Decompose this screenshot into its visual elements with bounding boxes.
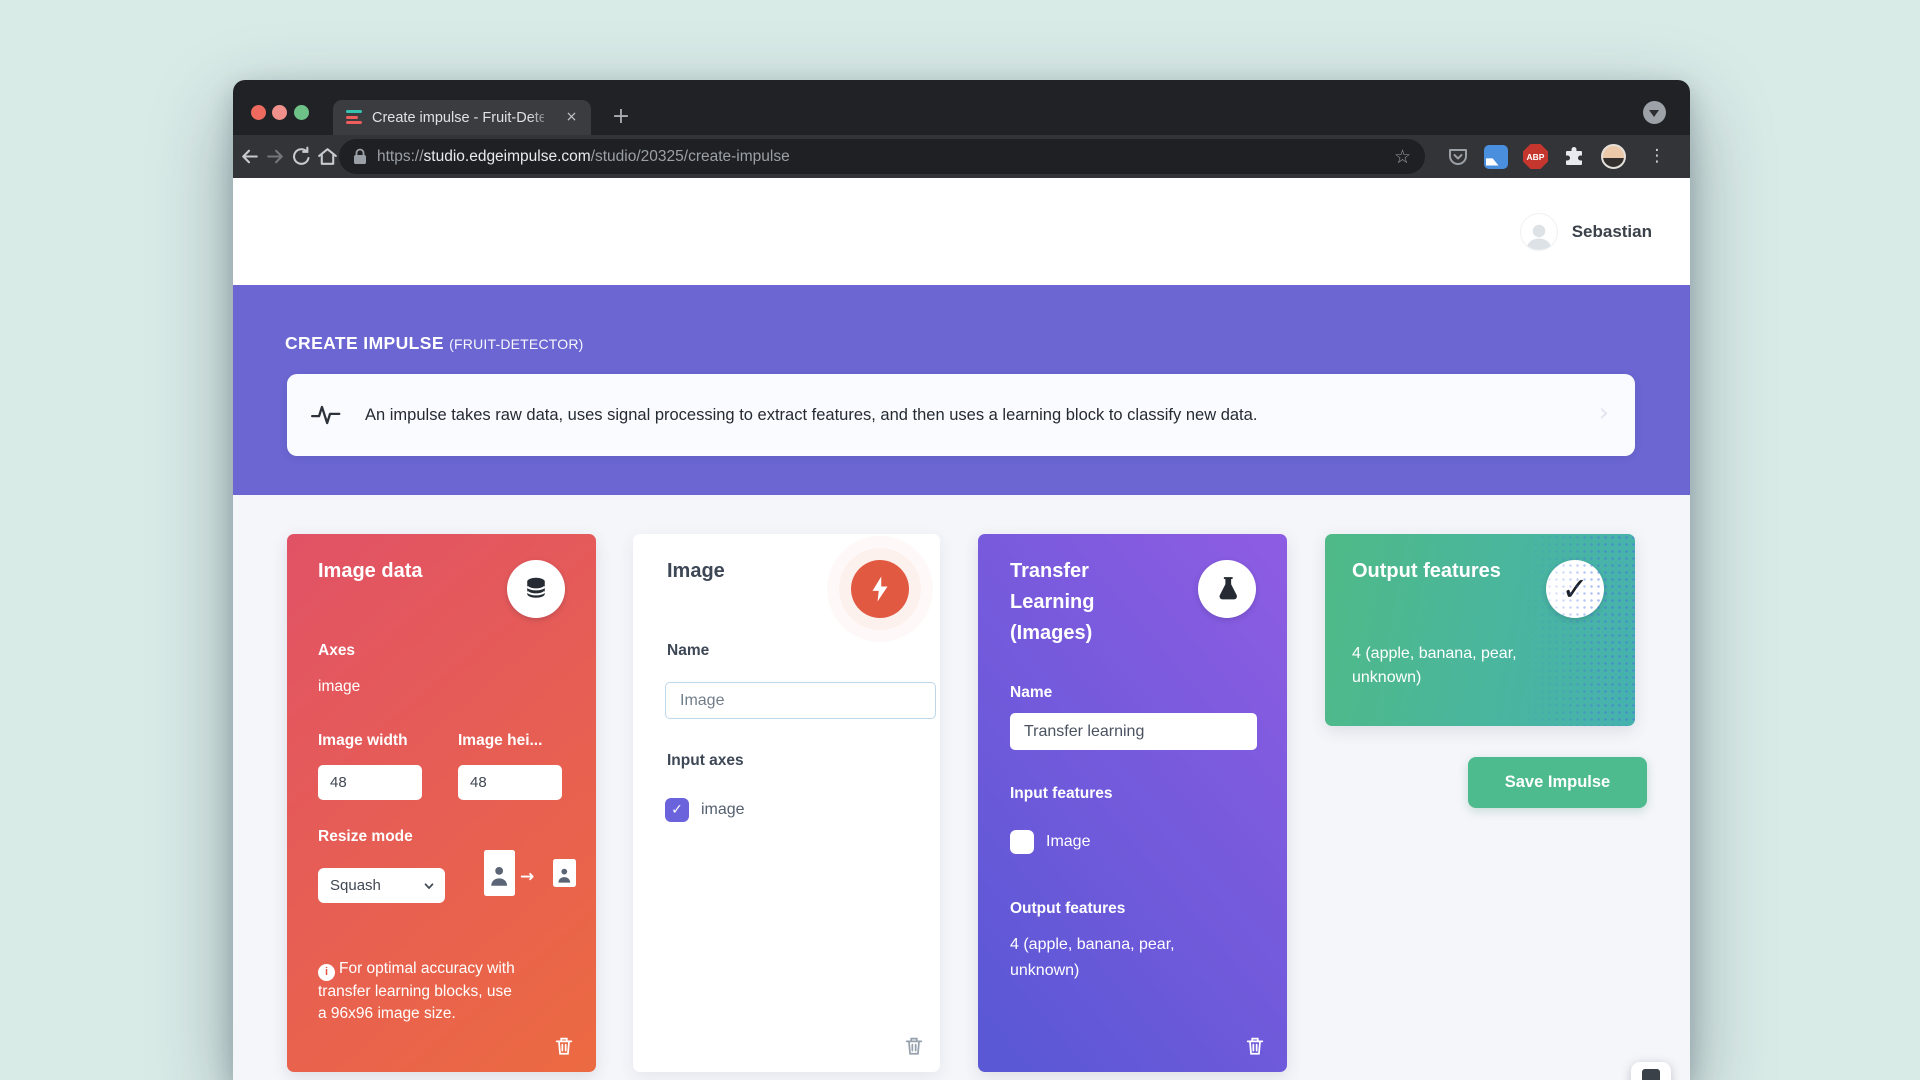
traffic-minimize-button[interactable] — [272, 105, 287, 120]
block-name-input[interactable] — [665, 682, 936, 719]
page-title-main: CREATE IMPULSE — [285, 333, 444, 353]
content-area: Image data Axes image Image width Image … — [233, 495, 1690, 1080]
extensions-puzzle-icon[interactable] — [1560, 143, 1587, 170]
image-width-label: Image width — [318, 732, 408, 750]
resize-arrow-icon: → — [520, 867, 534, 887]
portrait-large-icon — [484, 850, 515, 896]
resize-mode-label: Resize mode — [318, 828, 413, 846]
chat-widget-button[interactable] — [1631, 1062, 1671, 1080]
user-avatar — [1520, 213, 1558, 251]
flask-icon — [1198, 560, 1256, 618]
tab-title-fade — [529, 100, 555, 135]
output-features-value: 4 (apple, banana, pear, unknown) — [1352, 642, 1547, 690]
chat-icon — [1642, 1069, 1660, 1080]
app-header: Sebastian — [233, 178, 1690, 285]
info-circle-icon: i — [318, 964, 335, 981]
info-next-chevron-icon[interactable]: › — [1599, 398, 1609, 428]
waveform-icon — [311, 402, 341, 428]
impulse-info-box: An impulse takes raw data, uses signal p… — [287, 374, 1635, 456]
image-data-block-card: Image data Axes image Image width Image … — [287, 534, 596, 1072]
page-title-project: (FRUIT-DETECTOR) — [449, 336, 583, 352]
output-features-card: Output features ✓ 4 (apple, banana, pear… — [1325, 534, 1635, 726]
axes-value: image — [318, 678, 360, 696]
page-title: CREATE IMPULSE (FRUIT-DETECTOR) — [285, 333, 584, 354]
browser-toolbar: https://studio.edgeimpulse.com/studio/20… — [233, 135, 1690, 178]
browser-window: Create impulse - Fruit-Detecto × + https… — [233, 80, 1690, 1080]
username-label: Sebastian — [1572, 222, 1652, 242]
name-label: Name — [1010, 684, 1052, 702]
reload-icon[interactable] — [289, 144, 314, 169]
optimal-accuracy-note: iFor optimal accuracy with transfer lear… — [318, 958, 518, 1025]
tab-strip: Create impulse - Fruit-Detecto × + — [233, 80, 1690, 135]
lightning-bolt-icon — [851, 560, 909, 618]
resize-mode-select[interactable]: Squash — [318, 868, 445, 903]
home-icon[interactable] — [315, 144, 340, 169]
profile-avatar-icon[interactable] — [1600, 143, 1627, 170]
browser-menu-icon[interactable]: ⋮ — [1640, 143, 1667, 170]
block-name-input[interactable] — [1010, 713, 1257, 750]
url-text: https://studio.edgeimpulse.com/studio/20… — [377, 148, 790, 166]
card-title: Transfer Learning (Images) — [1010, 556, 1150, 649]
card-title: Image — [667, 556, 725, 587]
axis-image-checkbox-label: image — [701, 801, 745, 819]
image-height-label: Image hei... — [458, 732, 542, 750]
resize-illustration: → — [484, 850, 576, 896]
resize-mode-value: Squash — [330, 877, 381, 894]
edge-impulse-favicon — [346, 110, 363, 125]
address-bar[interactable]: https://studio.edgeimpulse.com/studio/20… — [339, 139, 1425, 174]
url-protocol: https:// — [377, 148, 424, 165]
save-impulse-button[interactable]: Save Impulse — [1468, 757, 1647, 808]
browser-tab[interactable]: Create impulse - Fruit-Detecto × — [333, 100, 591, 135]
new-tab-button[interactable]: + — [608, 105, 634, 131]
delete-block-icon[interactable] — [1244, 1034, 1266, 1058]
image-width-input[interactable] — [318, 765, 422, 800]
adblock-plus-extension-icon[interactable]: ABP — [1522, 143, 1549, 170]
user-menu[interactable]: Sebastian — [1520, 178, 1652, 285]
bookmark-star-icon[interactable]: ☆ — [1394, 146, 1411, 168]
transfer-learning-block-card: Transfer Learning (Images) Name Input fe… — [978, 534, 1287, 1072]
axis-image-checkbox[interactable]: ✓ — [665, 798, 689, 822]
tab-search-button[interactable] — [1643, 101, 1666, 124]
checkmark-icon: ✓ — [1546, 560, 1604, 618]
window-extension-icon[interactable] — [1482, 143, 1509, 170]
database-icon — [507, 560, 565, 618]
image-processing-block-card: Image Name Input axes ✓ image — [633, 534, 940, 1072]
pocket-extension-icon[interactable] — [1444, 143, 1471, 170]
image-height-input[interactable] — [458, 765, 562, 800]
portrait-small-icon — [553, 859, 576, 887]
note-text: For optimal accuracy with transfer learn… — [318, 960, 515, 1022]
input-features-label: Input features — [1010, 785, 1112, 803]
chevron-down-icon — [422, 879, 436, 893]
feature-image-checkbox[interactable] — [1010, 830, 1034, 854]
impulse-info-text: An impulse takes raw data, uses signal p… — [365, 406, 1257, 425]
url-path: /studio/20325/create-impulse — [591, 148, 790, 165]
output-features-value: 4 (apple, banana, pear, unknown) — [1010, 932, 1200, 984]
lock-icon — [353, 148, 367, 165]
output-features-label: Output features — [1010, 900, 1125, 918]
feature-image-checkbox-label: Image — [1046, 833, 1090, 851]
back-icon[interactable] — [237, 144, 262, 169]
card-title: Image data — [318, 556, 422, 587]
tab-title: Create impulse - Fruit-Detecto — [372, 110, 544, 126]
traffic-close-button[interactable] — [251, 105, 266, 120]
page-banner: CREATE IMPULSE (FRUIT-DETECTOR) An impul… — [233, 285, 1690, 495]
url-domain: studio.edgeimpulse.com — [424, 148, 591, 165]
delete-block-icon[interactable] — [553, 1034, 575, 1058]
tab-close-icon[interactable]: × — [562, 108, 581, 127]
name-label: Name — [667, 642, 709, 660]
forward-icon[interactable] — [263, 144, 288, 169]
card-title: Output features — [1352, 556, 1501, 587]
axes-label: Axes — [318, 642, 355, 660]
input-axes-label: Input axes — [667, 752, 744, 770]
delete-block-icon[interactable] — [903, 1034, 925, 1058]
traffic-zoom-button[interactable] — [294, 105, 309, 120]
